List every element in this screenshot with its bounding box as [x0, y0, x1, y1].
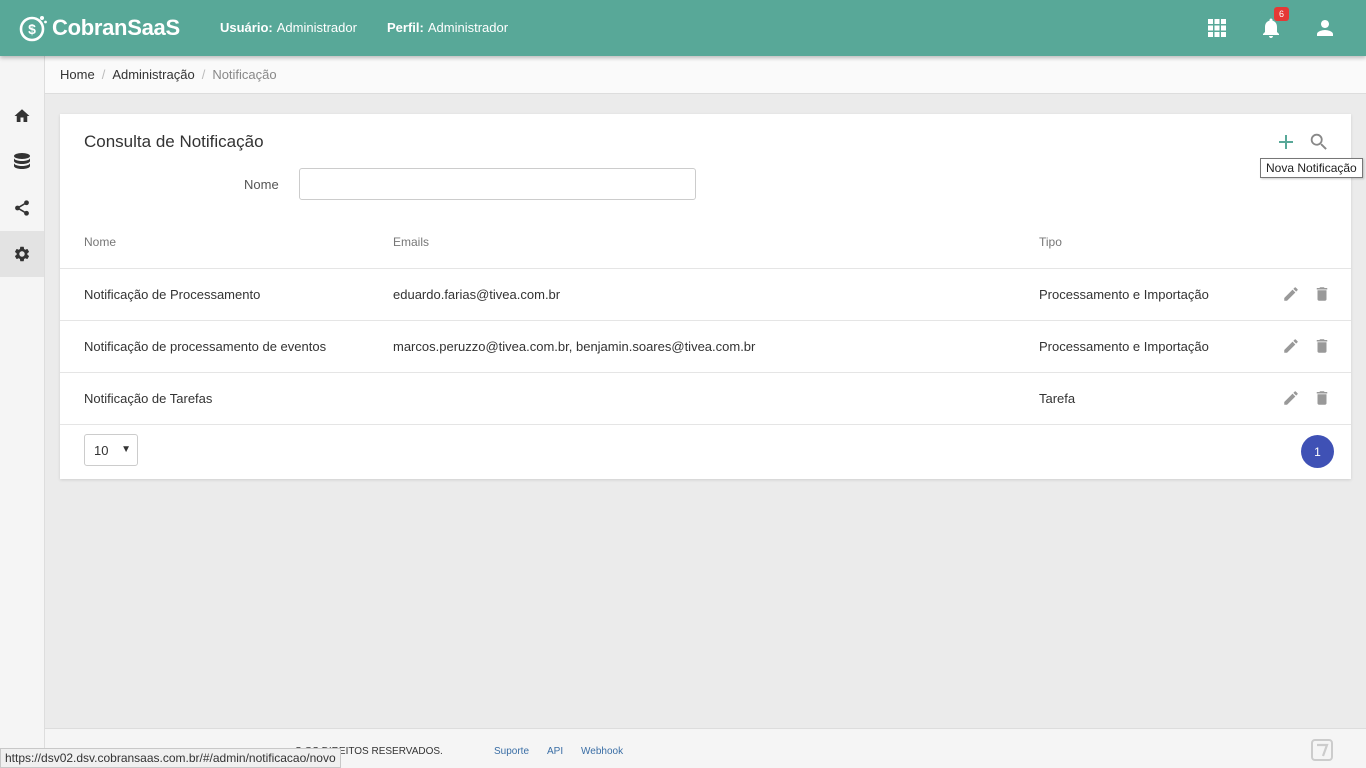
breadcrumb: Home / Administração / Notificação	[45, 56, 1366, 94]
cell-emails: marcos.peruzzo@tivea.com.br, benjamin.so…	[393, 320, 1039, 373]
table-row[interactable]: Notificação de processamento de eventos …	[60, 320, 1351, 373]
cell-nome: Notificação de Tarefas	[60, 372, 393, 425]
column-header-nome[interactable]: Nome	[60, 216, 393, 269]
pagination-page-button[interactable]: 1	[1301, 435, 1334, 468]
sidebar-item-share[interactable]	[0, 185, 44, 231]
user-info: Usuário: Administrador	[220, 20, 357, 35]
database-icon	[14, 153, 30, 169]
cell-tipo: Processamento e Importação	[1039, 268, 1269, 321]
gear-icon	[14, 246, 30, 262]
name-filter-label: Nome	[244, 177, 279, 192]
name-filter-input[interactable]	[299, 168, 696, 200]
apps-grid-icon[interactable]	[1205, 16, 1229, 40]
breadcrumb-separator: /	[201, 67, 206, 82]
cell-emails	[393, 372, 1039, 425]
page-title: Consulta de Notificação	[84, 132, 264, 151]
user-icon[interactable]	[1313, 16, 1337, 40]
notification-query-card: Consulta de Notificação Nome Nome Emails…	[60, 114, 1351, 479]
browser-status-url: https://dsv02.dsv.cobransaas.com.br/#/ad…	[0, 748, 341, 768]
footer-link-support[interactable]: Suporte	[494, 746, 529, 757]
share-icon	[15, 200, 29, 216]
cell-emails: eduardo.farias@tivea.com.br	[393, 268, 1039, 321]
column-header-emails[interactable]: Emails	[393, 216, 1039, 269]
sidebar-item-settings[interactable]	[0, 231, 44, 277]
breadcrumb-admin[interactable]: Administração	[112, 67, 194, 82]
new-notification-tooltip: Nova Notificação	[1260, 158, 1363, 178]
column-header-actions	[1269, 216, 1351, 269]
table-row[interactable]: Notificação de Processamento eduardo.far…	[60, 268, 1351, 321]
sidebar	[0, 56, 45, 768]
trash-icon[interactable]	[1313, 285, 1331, 303]
profile-info: Perfil: Administrador	[387, 20, 508, 35]
pencil-icon[interactable]	[1282, 285, 1300, 303]
pencil-icon[interactable]	[1282, 389, 1300, 407]
brand-logo[interactable]: $ CobranSaaS	[18, 11, 180, 45]
footer-link-api[interactable]: API	[547, 746, 563, 757]
brand-name: CobranSaaS	[52, 15, 180, 40]
notification-badge: 6	[1274, 7, 1289, 21]
cell-actions	[1269, 320, 1351, 373]
search-icon[interactable]	[1308, 131, 1330, 153]
page-size-value: 10	[94, 442, 109, 458]
breadcrumb-home[interactable]: Home	[60, 67, 95, 82]
svg-text:$: $	[28, 21, 36, 37]
cell-tipo: Processamento e Importação	[1039, 320, 1269, 373]
home-icon	[14, 109, 30, 122]
table-header-row: Nome Emails Tipo	[60, 216, 1351, 269]
plus-icon[interactable]	[1275, 131, 1297, 153]
notifications-button[interactable]: 6	[1259, 7, 1289, 40]
logo-icon: $	[19, 16, 47, 42]
profile-value: Administrador	[427, 20, 509, 35]
sidebar-item-database[interactable]	[0, 139, 44, 185]
chevron-down-icon: ▼	[121, 444, 131, 455]
breadcrumb-separator: /	[101, 67, 106, 82]
sidebar-item-home[interactable]	[0, 93, 44, 139]
cell-actions	[1269, 372, 1351, 425]
user-label: Usuário:	[220, 20, 273, 35]
footer-logo-icon	[1311, 739, 1333, 761]
user-value: Administrador	[276, 20, 357, 35]
top-bar: $ CobranSaaS Usuário: Administrador Perfi…	[0, 0, 1366, 56]
table-row[interactable]: Notificação de Tarefas Tarefa	[60, 372, 1351, 425]
page-size-select[interactable]: 10 ▼	[84, 434, 138, 466]
cell-nome: Notificação de processamento de eventos	[60, 320, 393, 373]
profile-label: Perfil:	[387, 20, 424, 35]
cell-nome: Notificação de Processamento	[60, 268, 393, 321]
cell-actions	[1269, 268, 1351, 321]
trash-icon[interactable]	[1313, 337, 1331, 355]
pencil-icon[interactable]	[1282, 337, 1300, 355]
footer-link-webhook[interactable]: Webhook	[581, 746, 623, 757]
cell-tipo: Tarefa	[1039, 372, 1269, 425]
breadcrumb-current: Notificação	[212, 67, 277, 82]
notifications-table: Nome Emails Tipo Notificação de Processa…	[60, 216, 1351, 425]
column-header-tipo[interactable]: Tipo	[1039, 216, 1269, 269]
trash-icon[interactable]	[1313, 389, 1331, 407]
